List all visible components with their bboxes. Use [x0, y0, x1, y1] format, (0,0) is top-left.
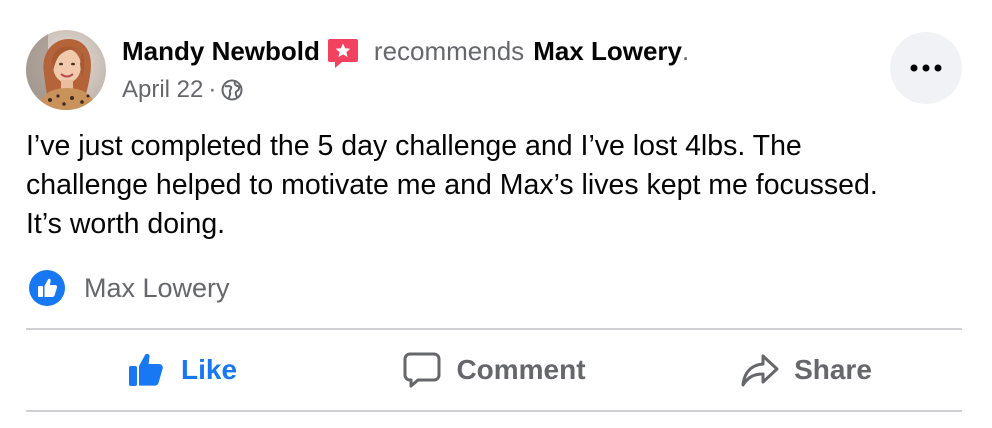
more-dots-icon — [910, 64, 942, 72]
post-header: Mandy Newbold recommends Max Lowery . — [122, 33, 689, 69]
post-text-line: I’ve just completed the 5 day challenge … — [26, 130, 802, 162]
comment-label: Comment — [456, 354, 586, 385]
like-label: Like — [180, 354, 238, 385]
more-options-button[interactable] — [890, 32, 962, 104]
actions-divider-bottom — [26, 410, 962, 412]
avatar-image — [26, 30, 106, 110]
post-body-text: I’ve just completed the 5 day challenge … — [26, 127, 966, 244]
comment-button[interactable]: Comment — [338, 332, 650, 408]
globe-icon[interactable] — [221, 79, 243, 101]
share-button[interactable]: Share — [650, 332, 962, 408]
share-label: Share — [794, 354, 872, 385]
comment-icon — [402, 350, 442, 390]
recommends-verb: recommends — [373, 35, 525, 66]
post-text-line: challenge helped to motivate me and Max’… — [26, 169, 878, 201]
thumbs-up-icon — [127, 350, 167, 390]
post-meta: April 22 · — [122, 74, 243, 106]
action-bar: Like Comment Share — [26, 332, 962, 408]
actions-divider-top — [26, 328, 962, 330]
header-period: . — [682, 35, 690, 66]
author-avatar[interactable] — [26, 30, 106, 110]
like-bubble-icon — [28, 269, 66, 307]
reactions-summary[interactable]: Max Lowery — [28, 268, 230, 308]
post-card: Mandy Newbold recommends Max Lowery . Ap… — [0, 0, 992, 428]
recommendation-star-icon[interactable] — [326, 36, 360, 70]
meta-separator: · — [208, 76, 217, 103]
post-date-link[interactable]: April 22 — [122, 76, 203, 104]
post-text-line: It’s worth doing. — [26, 208, 226, 240]
author-name-link[interactable]: Mandy Newbold — [122, 36, 320, 67]
recommended-page-link[interactable]: Max Lowery — [533, 36, 682, 67]
like-button[interactable]: Like — [26, 332, 338, 408]
reactions-names: Max Lowery — [84, 272, 230, 303]
share-arrow-icon — [740, 350, 780, 390]
